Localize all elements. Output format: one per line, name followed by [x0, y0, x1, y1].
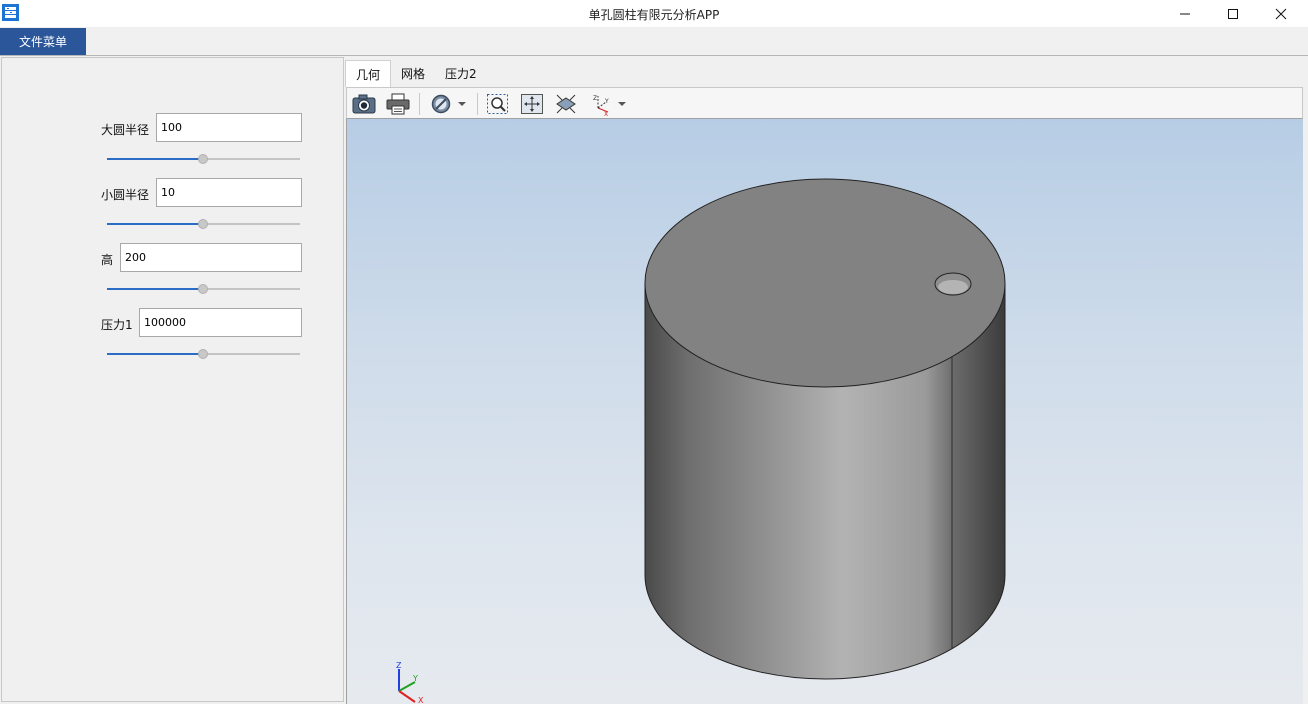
file-menu-button[interactable]: 文件菜单	[0, 28, 86, 55]
hide-button[interactable]	[429, 91, 453, 117]
svg-text:X: X	[604, 111, 608, 116]
title-bar: 单孔圆柱有限元分析APP	[0, 0, 1308, 27]
print-button[interactable]	[385, 91, 411, 117]
minimize-button[interactable]	[1162, 0, 1208, 27]
param-label-pressure: 压力1	[101, 318, 133, 332]
slider-thumb[interactable]	[198, 154, 208, 164]
axis-y-label: Y	[412, 674, 418, 683]
camera-icon	[352, 94, 376, 114]
tab-mesh[interactable]: 网格	[391, 60, 435, 87]
toolbar-separator	[419, 93, 420, 115]
hide-dropdown-button[interactable]	[455, 91, 469, 117]
pressure-input[interactable]	[139, 308, 302, 337]
view-orientation-button[interactable]	[553, 91, 579, 117]
toolbar-separator	[477, 93, 478, 115]
slider-fill	[107, 288, 203, 290]
view-panel: 几何 网格 压力2 Z Y X Z Y X	[345, 57, 1305, 704]
small-radius-input[interactable]	[156, 178, 302, 207]
graphics-toolbar: Z Y X	[346, 87, 1303, 119]
pressure-slider[interactable]	[107, 348, 300, 360]
svg-text:Y: Y	[604, 98, 609, 105]
axis-triad-icon: Z Y X	[593, 95, 609, 116]
axis-triad: Z Y X	[393, 659, 433, 704]
tab-geometry[interactable]: 几何	[345, 60, 392, 87]
slider-fill	[107, 158, 203, 160]
dropdown-arrow-icon	[618, 102, 626, 106]
slider-fill	[107, 223, 203, 225]
axis-x-label: X	[418, 696, 424, 704]
param-label-small-radius: 小圆半径	[101, 188, 150, 202]
slider-thumb[interactable]	[198, 349, 208, 359]
zoom-box-button[interactable]	[485, 91, 511, 117]
fit-all-icon	[521, 94, 543, 114]
big-radius-slider[interactable]	[107, 153, 300, 165]
axis-dropdown-button[interactable]	[615, 91, 629, 117]
slider-thumb[interactable]	[198, 219, 208, 229]
view-orientation-icon	[556, 94, 576, 114]
svg-text:Z: Z	[593, 95, 597, 102]
window-title: 单孔圆柱有限元分析APP	[588, 8, 720, 22]
zoom-box-icon	[487, 94, 508, 114]
axis-triad-button[interactable]: Z Y X	[589, 91, 613, 117]
axis-z-label: Z	[396, 661, 402, 670]
hide-icon	[431, 94, 451, 114]
parameter-panel: 大圆半径 小圆半径 高 压力1	[1, 57, 344, 702]
menu-bar: 文件菜单	[0, 27, 1308, 56]
small-radius-slider[interactable]	[107, 218, 300, 230]
3d-viewport[interactable]: Z Y X	[346, 119, 1303, 704]
maximize-icon	[1228, 8, 1238, 19]
height-input[interactable]	[120, 243, 302, 272]
slider-fill	[107, 353, 203, 355]
tab-bar: 几何 网格 压力2	[345, 60, 487, 87]
maximize-button[interactable]	[1210, 0, 1256, 27]
slider-thumb[interactable]	[198, 284, 208, 294]
big-radius-input[interactable]	[156, 113, 302, 142]
dropdown-arrow-icon	[458, 102, 466, 106]
height-slider[interactable]	[107, 283, 300, 295]
close-button[interactable]	[1258, 0, 1304, 27]
print-icon	[386, 93, 410, 115]
cylinder-model	[644, 178, 1006, 680]
param-label-height: 高	[101, 253, 114, 267]
close-icon	[1275, 8, 1287, 19]
minimize-icon	[1180, 13, 1190, 14]
param-label-big-radius: 大圆半径	[101, 123, 150, 137]
camera-button[interactable]	[351, 91, 377, 117]
tab-pressure2[interactable]: 压力2	[435, 60, 487, 87]
fit-all-button[interactable]	[519, 91, 545, 117]
